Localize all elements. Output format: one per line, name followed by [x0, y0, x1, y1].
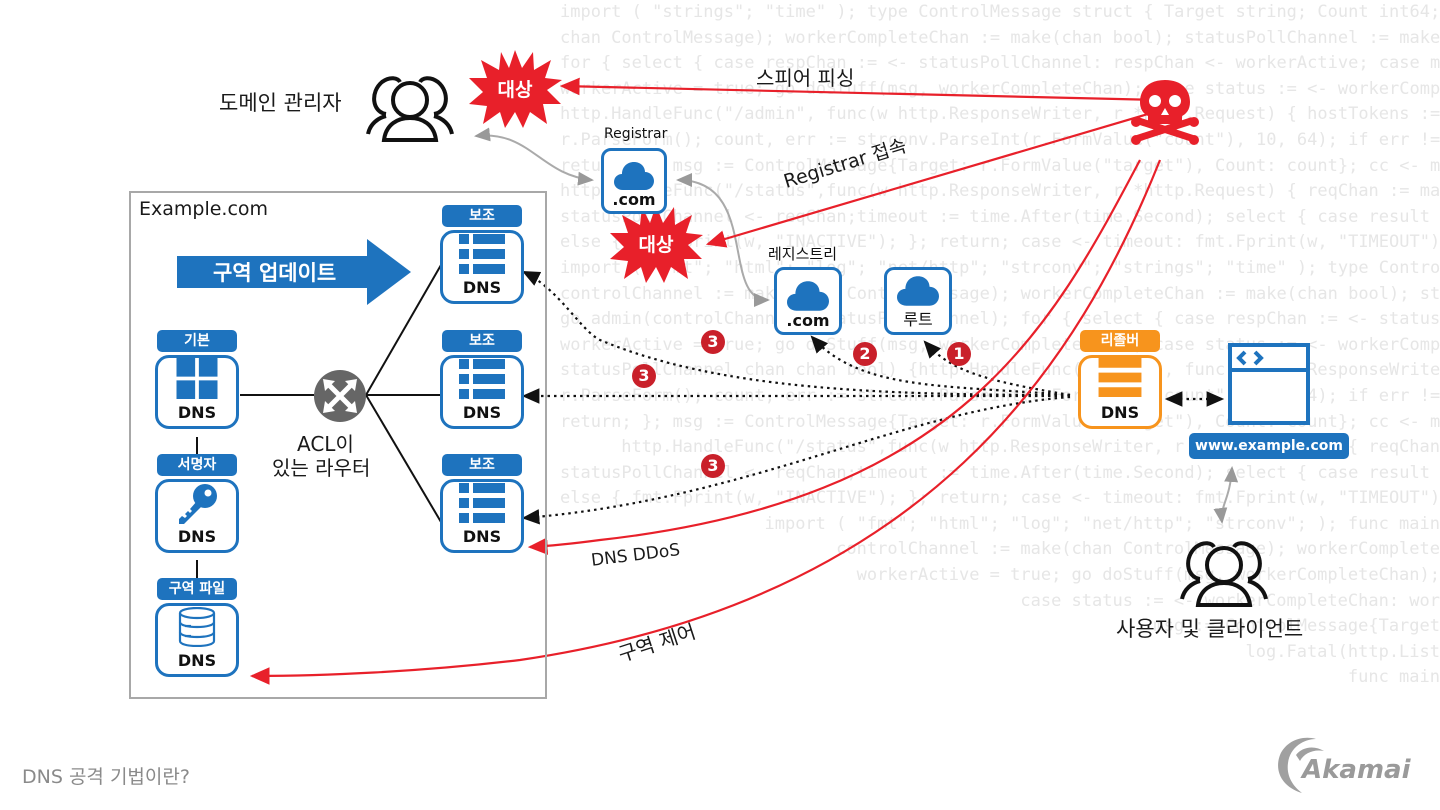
attacker-skull-crossbones-icon: [1131, 80, 1199, 145]
secondary-dns-tag: 보조: [442, 205, 522, 227]
secondary-dns-tag: 보조: [442, 454, 522, 476]
management-links: [474, 127, 1239, 524]
attack-label-spear-phishing: 스피어 피싱: [756, 66, 855, 90]
browser-code-icon: [1228, 343, 1310, 425]
link-website-users: [1213, 466, 1239, 524]
list-icon: [459, 234, 505, 274]
step-badge: 3: [701, 454, 725, 478]
target-label: 대상: [497, 79, 533, 101]
cloud-icon: [897, 276, 939, 306]
list-icon: [459, 483, 505, 523]
step-badge: 1: [947, 342, 971, 366]
root-label: 루트: [903, 310, 933, 329]
zone-update-label: 구역 업데이트: [213, 261, 337, 285]
query-registry: [810, 335, 1071, 397]
users-clients-icon: [1180, 541, 1268, 607]
zone-update-arrow: 구역 업데이트: [177, 239, 411, 305]
cloud-icon: [614, 162, 654, 190]
website-label[interactable]: www.example.com: [1189, 433, 1349, 459]
secondary-dns-node[interactable]: 보조 DNS: [440, 330, 524, 429]
router-label-line2: 있는 라우터: [272, 456, 371, 480]
zone-file-dns-tag: 구역 파일: [157, 578, 237, 600]
step-badge: 3: [701, 330, 725, 354]
zone-file-dns-node[interactable]: 구역 파일 DNS: [155, 578, 239, 677]
zone-title: Example.com: [139, 198, 269, 220]
attack-registrar-access: [705, 112, 1149, 248]
grid-icon: [176, 358, 218, 399]
page-title: DNS 공격 기법이란?: [22, 766, 190, 788]
registrar-node[interactable]: .com: [601, 148, 667, 214]
domain-admin-users-icon: [366, 76, 454, 142]
secondary-dns-node[interactable]: 보조 DNS: [440, 454, 524, 553]
resolver-dns-tag: 리졸버: [1080, 330, 1160, 352]
registry-label: .com: [786, 311, 830, 330]
primary-dns-label: DNS: [177, 403, 217, 422]
registrar-heading: Registrar: [604, 126, 668, 142]
target-burst-registrar: 대상: [608, 203, 704, 283]
primary-dns-tag: 기본: [157, 330, 237, 352]
query-secondary-3: [521, 395, 1071, 525]
secondary-dns-label: DNS: [462, 278, 502, 297]
users-clients-label: 사용자 및 클라이언트: [1116, 617, 1304, 641]
root-node[interactable]: 루트: [884, 267, 952, 335]
cloud-icon: [787, 281, 829, 311]
registry-heading: 레지스트리: [768, 245, 838, 263]
domain-admin-label: 도메인 관리자: [219, 91, 342, 115]
secondary-dns-node[interactable]: 보조 DNS: [440, 205, 524, 304]
signer-dns-node[interactable]: 서명자 DNS: [155, 454, 239, 553]
secondary-dns-label: DNS: [462, 403, 502, 422]
key-icon: [179, 484, 217, 524]
primary-dns-node[interactable]: 기본 DNS: [155, 330, 239, 429]
registrar-label: .com: [612, 190, 656, 209]
step-badge: 2: [853, 342, 877, 366]
zone-file-dns-label: DNS: [177, 651, 217, 670]
resolver-dns-node[interactable]: 리졸버 DNS: [1078, 330, 1162, 429]
akamai-logo: Akamai: [1272, 735, 1422, 795]
target-burst-admin: 대상: [467, 48, 563, 128]
server-stack-icon: [1098, 358, 1142, 397]
link-admin-registrar: [474, 127, 594, 186]
akamai-wordmark: Akamai: [1302, 755, 1411, 785]
secondary-dns-label: DNS: [462, 527, 502, 546]
secondary-dns-tag: 보조: [442, 330, 522, 352]
step-badge: 3: [632, 364, 656, 388]
target-label: 대상: [638, 234, 674, 256]
list-icon: [459, 359, 505, 399]
signer-dns-tag: 서명자: [157, 454, 237, 476]
signer-dns-label: DNS: [177, 527, 217, 546]
resolver-dns-label: DNS: [1100, 403, 1140, 422]
attack-spear-phishing: [559, 77, 1161, 102]
router-icon: [314, 370, 366, 422]
registry-node[interactable]: .com: [774, 267, 842, 335]
database-icon: [178, 607, 216, 647]
